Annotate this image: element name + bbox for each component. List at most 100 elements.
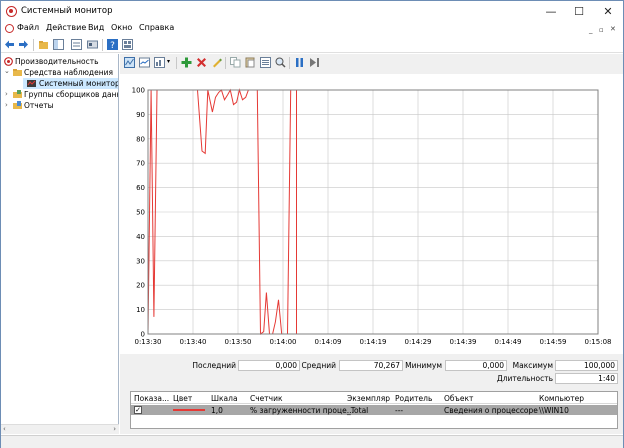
menu-window[interactable]: Окно: [111, 23, 132, 32]
update-data-icon[interactable]: [309, 57, 320, 68]
menu-bar: Файл Действие Вид Окно Справка: [1, 22, 623, 36]
view-graph-icon[interactable]: [124, 57, 135, 68]
collector-folder-icon: [13, 90, 22, 98]
tree-item-performance[interactable]: Производительность: [3, 56, 117, 67]
zoom-icon[interactable]: [275, 57, 286, 68]
last-value: 0,000: [238, 360, 300, 371]
collapsed-chevron-icon[interactable]: ›: [5, 89, 8, 100]
mdi-minimize-icon[interactable]: _: [589, 26, 593, 34]
y-tick-label: 30: [136, 257, 145, 265]
y-tick-label: 100: [132, 87, 145, 95]
col-counter[interactable]: Счетчик: [250, 394, 283, 403]
cell-object: Сведения о процессоре: [444, 406, 538, 415]
mdi-close-icon[interactable]: ✕: [610, 25, 616, 33]
x-tick-label: 0:13:40: [180, 338, 207, 346]
x-tick-label: 0:13:30: [135, 338, 162, 346]
up-folder-icon[interactable]: [38, 39, 49, 50]
x-tick-label: 0:14:09: [315, 338, 342, 346]
tree-label: Средства наблюдения: [24, 68, 114, 77]
expanded-chevron-icon[interactable]: ⌄: [4, 66, 10, 77]
y-tick-label: 10: [136, 306, 145, 314]
tree-item-reports[interactable]: › Отчеты: [3, 100, 117, 111]
cell-computer: \\WIN10: [539, 406, 569, 415]
cell-instance: _Total: [347, 406, 369, 415]
col-color[interactable]: Цвет: [173, 394, 192, 403]
system-menu-icon[interactable]: [5, 24, 14, 33]
col-parent[interactable]: Родитель: [395, 394, 432, 403]
perfmon-icon: [6, 6, 17, 17]
copy-properties-icon[interactable]: [230, 57, 241, 68]
x-tick-label: 0:14:49: [495, 338, 522, 346]
mmc-icon[interactable]: [122, 39, 133, 50]
menu-help[interactable]: Справка: [139, 23, 174, 32]
change-graph-type-icon[interactable]: [154, 57, 165, 68]
x-tick-label: 0:14:19: [360, 338, 387, 346]
maximize-button[interactable]: ☐: [565, 1, 593, 22]
properties-icon[interactable]: [71, 39, 82, 50]
perfmon-icon: [4, 57, 13, 66]
add-counter-icon[interactable]: [181, 57, 192, 68]
x-tick-label: 0:14:59: [540, 338, 567, 346]
tree-label: Отчеты: [24, 101, 54, 110]
minimum-label: Минимум: [405, 361, 442, 370]
highlight-icon[interactable]: [211, 57, 222, 68]
mdi-restore-icon[interactable]: ▫: [599, 26, 604, 34]
chart-canvas: 0102030405060708090100 0:13:30 0:13:40 0:1…: [132, 87, 612, 347]
y-tick-label: 90: [136, 111, 145, 119]
close-button[interactable]: ✕: [594, 1, 622, 22]
monitor-toolbar: ▾: [120, 54, 623, 72]
x-tick-label: 0:15:08: [585, 338, 612, 346]
scroll-right-icon[interactable]: ›: [113, 425, 116, 433]
tree-label: Производительность: [15, 57, 99, 66]
y-tick-label: 70: [136, 160, 145, 168]
show-tree-icon[interactable]: [53, 39, 64, 50]
y-tick-label: 40: [136, 233, 145, 241]
legend-row[interactable]: ✓ 1,0 % загруженности проце... _Total --…: [131, 405, 617, 415]
average-value: 70,267: [339, 360, 403, 371]
main-toolbar: ?: [1, 37, 623, 53]
duration-label: Длительность: [496, 374, 553, 383]
y-tick-label: 60: [136, 184, 145, 192]
delete-counter-icon[interactable]: [196, 57, 207, 68]
monitor-pane: ▾ 0 10 20 30 40 50 60 70 80 90 100 0:13:30 0:13:40 0…: [120, 54, 623, 434]
maximum-value: 100,000: [555, 360, 618, 371]
tree-horizontal-scrollbar[interactable]: ‹ ›: [1, 424, 119, 434]
folder-icon: [13, 69, 22, 76]
x-tick-label: 0:14:00: [270, 338, 297, 346]
cell-parent: ---: [395, 406, 404, 415]
freeze-display-icon[interactable]: [294, 57, 305, 68]
series-color-swatch: [173, 409, 205, 411]
scroll-left-icon[interactable]: ‹: [3, 425, 6, 433]
col-show[interactable]: Показа...: [134, 394, 169, 403]
performance-chart[interactable]: 0 10 20 30 40 50 60 70 80 90 100 0:13:30 0:13:40 0:1…: [120, 74, 623, 354]
tree-item-monitoring-tools[interactable]: ⌄ Средства наблюдения: [3, 67, 117, 78]
col-computer[interactable]: Компьютер: [539, 394, 584, 403]
menu-view[interactable]: Вид: [88, 23, 104, 32]
last-label: Последний: [192, 361, 236, 370]
col-instance[interactable]: Экземпляр: [347, 394, 390, 403]
show-checkbox[interactable]: ✓: [134, 406, 142, 414]
view-current-data-icon[interactable]: [139, 57, 150, 68]
tree-item-data-collector-sets[interactable]: › Группы сборщиков данн: [3, 89, 119, 100]
minimum-value: 0,000: [445, 360, 507, 371]
console-icon[interactable]: [87, 39, 98, 50]
monitor-chart-icon: [27, 80, 36, 87]
reports-folder-icon: [13, 101, 22, 109]
tree-item-system-monitor[interactable]: Системный монитор: [23, 78, 118, 89]
help-icon[interactable]: ?: [107, 39, 118, 50]
collapsed-chevron-icon[interactable]: ›: [5, 100, 8, 111]
col-scale[interactable]: Шкала: [211, 394, 238, 403]
menu-action[interactable]: Действие: [46, 23, 86, 32]
dropdown-arrow-icon[interactable]: ▾: [167, 58, 170, 65]
counter-legend: Показа... Цвет Шкала Счетчик Экземпляр Р…: [130, 391, 618, 429]
window-title: Системный монитор: [21, 6, 113, 16]
col-object[interactable]: Объект: [444, 394, 473, 403]
properties-icon[interactable]: [260, 57, 271, 68]
minimize-button[interactable]: —: [537, 1, 565, 22]
tree-label: Группы сборщиков данн: [24, 90, 119, 99]
paste-counter-list-icon[interactable]: [245, 57, 256, 68]
back-arrow-icon[interactable]: [4, 39, 15, 50]
forward-arrow-icon[interactable]: [18, 39, 29, 50]
title-bar[interactable]: Системный монитор — ☐ ✕: [1, 1, 623, 22]
menu-file[interactable]: Файл: [17, 23, 39, 32]
